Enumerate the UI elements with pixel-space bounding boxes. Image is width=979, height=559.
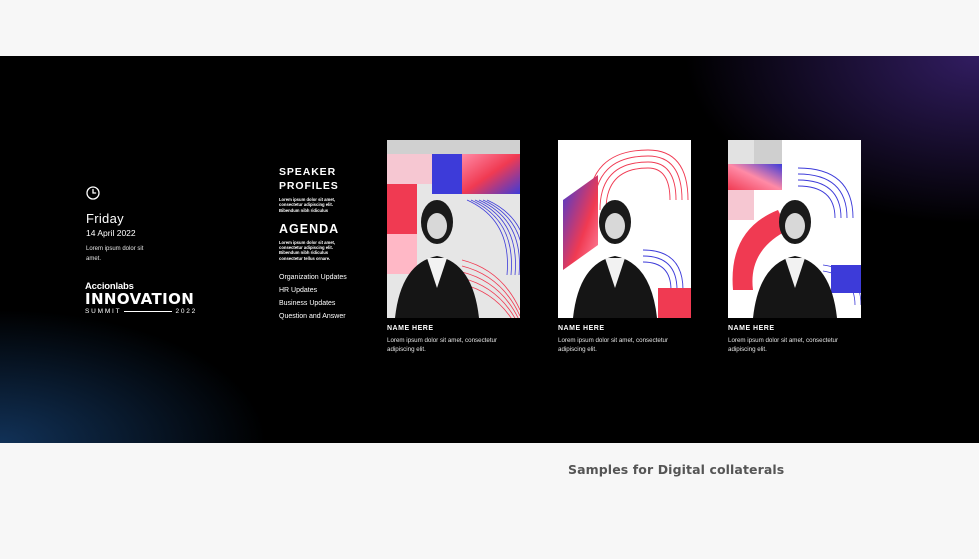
agenda-item: HR Updates [279, 287, 318, 295]
speaker-card: NAME HERE Lorem ipsum dolor sit amet, co… [387, 140, 520, 354]
page-caption: Samples for Digital collaterals [568, 462, 785, 477]
agenda-item: Business Updates [279, 300, 336, 308]
program-column: SPEAKER PROFILES Lorem ipsum dolor sit a… [279, 166, 379, 323]
event-info: Friday 14 April 2022 Lorem ipsum dolor s… [86, 186, 150, 264]
hero-banner: Friday 14 April 2022 Lorem ipsum dolor s… [0, 56, 979, 443]
speaker-description: Lorem ipsum dolor sit amet, consectetur … [558, 337, 669, 353]
speaker-name: NAME HERE [387, 325, 434, 332]
logo-sub-right: 2022 [175, 308, 198, 315]
speaker-description: Lorem ipsum dolor sit amet, consectetur … [387, 337, 498, 353]
speaker-card: NAME HERE Lorem ipsum dolor sit amet, co… [558, 140, 691, 354]
agenda-copy: Lorem ipsum dolor sit amet, consectetur … [279, 239, 336, 261]
speaker-poster-image [728, 140, 861, 318]
agenda-item: Question and Answer [279, 313, 346, 321]
clock-icon [86, 186, 100, 200]
speaker-poster-image [387, 140, 520, 318]
logo-sub-left: SUMMIT [85, 308, 122, 315]
logo-divider [124, 311, 173, 312]
speaker-description: Lorem ipsum dolor sit amet, consectetur … [728, 337, 839, 353]
speaker-profiles-copy: Lorem ipsum dolor sit amet, consectetur … [279, 197, 336, 213]
speaker-name: NAME HERE [728, 325, 775, 332]
event-day: Friday [86, 211, 124, 226]
logo-subline: SUMMIT 2022 [85, 308, 197, 315]
logo-title: INNOVATION [85, 290, 195, 308]
agenda-heading: AGENDA [279, 221, 340, 236]
agenda-list: Organization Updates HR Updates Business… [279, 271, 379, 323]
event-blurb: Lorem ipsum dolor sit amet. [86, 246, 144, 262]
speaker-profiles-heading: SPEAKER PROFILES [279, 166, 339, 192]
speaker-name: NAME HERE [558, 325, 605, 332]
speaker-card: NAME HERE Lorem ipsum dolor sit amet, co… [728, 140, 861, 354]
summit-logo: Accionlabs INNOVATION SUMMIT 2022 [85, 281, 197, 315]
event-date: 14 April 2022 [86, 228, 136, 238]
speaker-poster-image [558, 140, 691, 318]
agenda-item: Organization Updates [279, 274, 347, 282]
